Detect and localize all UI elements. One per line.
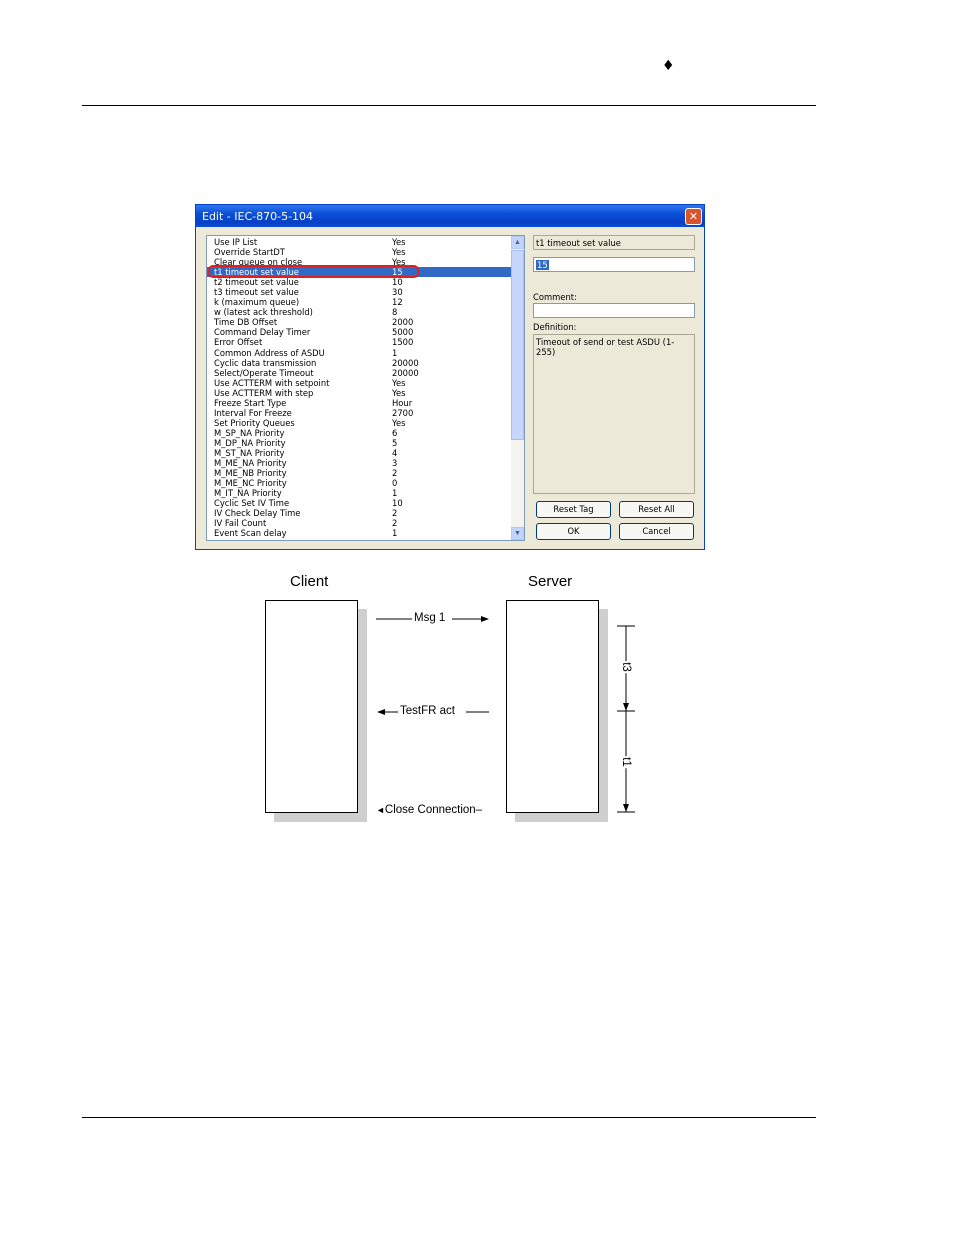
t1-label: t1: [619, 756, 632, 768]
testfr-label: TestFR act: [400, 705, 455, 717]
t3-label: t3: [619, 661, 632, 673]
close-connection-label: ◄Close Connection–: [376, 804, 483, 816]
close-connection-text: Close Connection: [384, 804, 476, 816]
msg1-label: Msg 1: [414, 612, 446, 624]
diagram-arrows: [376, 616, 635, 813]
